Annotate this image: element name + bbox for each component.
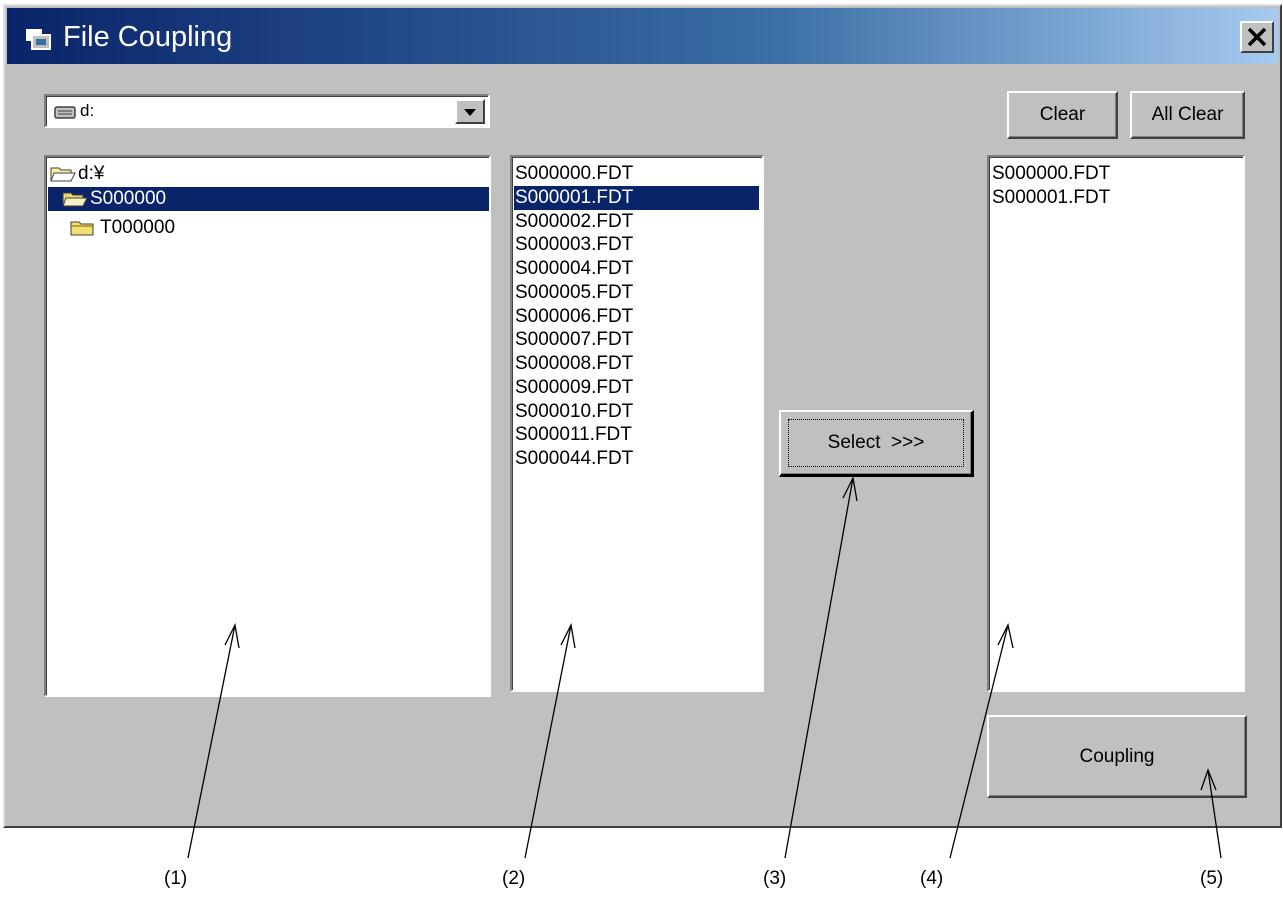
callout-1: (1) [164,868,188,889]
callout-4: (4) [920,868,944,889]
callout-5: (5) [1200,868,1224,889]
callout-2: (2) [502,868,526,889]
callout-arrows [187,475,1222,859]
callout-3: (3) [763,868,787,889]
